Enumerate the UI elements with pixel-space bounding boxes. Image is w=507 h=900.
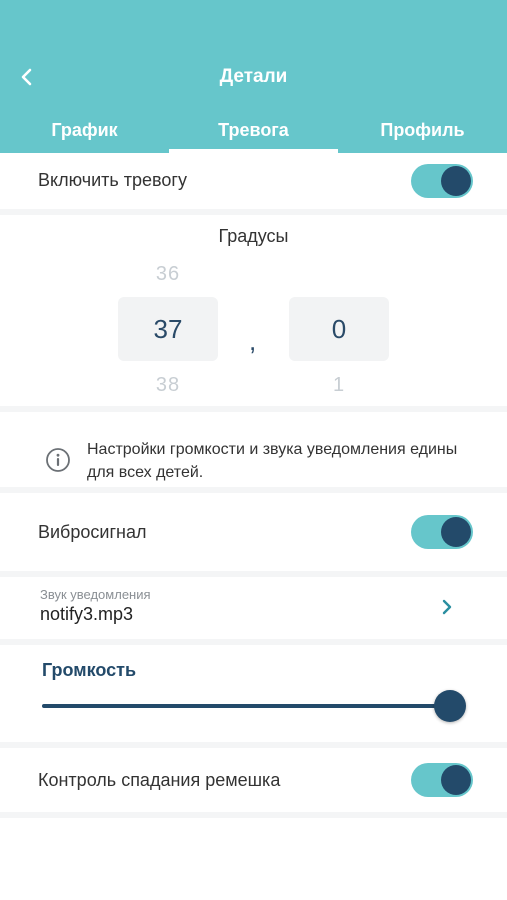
notification-sound-label: Звук уведомления — [40, 587, 151, 602]
decimal-picker[interactable]: 0 — [289, 297, 389, 361]
integer-picker[interactable]: 37 — [118, 297, 218, 361]
strap-control-toggle[interactable] — [411, 763, 473, 797]
toggle-knob — [441, 765, 471, 795]
enable-alarm-label: Включить тревогу — [38, 170, 187, 190]
enable-alarm-row: Включить тревогу — [0, 153, 507, 209]
notification-sound-value: notify3.mp3 — [40, 604, 134, 624]
enable-alarm-toggle[interactable] — [411, 164, 473, 198]
vibration-toggle[interactable] — [411, 515, 473, 549]
info-icon — [46, 448, 70, 472]
vibration-row: Вибросигнал — [0, 493, 507, 571]
chevron-right-icon[interactable] — [440, 598, 454, 616]
toggle-knob — [441, 166, 471, 196]
strap-control-row: Контроль спадания ремешка — [0, 748, 507, 812]
strap-control-label: Контроль спадания ремешка — [38, 770, 281, 790]
divider — [0, 639, 507, 645]
volume-slider-track[interactable] — [42, 704, 450, 708]
volume-label: Громкость — [42, 660, 137, 680]
tab-schedule[interactable]: График — [0, 110, 169, 153]
divider — [0, 812, 507, 818]
info-text: Настройки громкости и звука уведомления … — [87, 441, 458, 481]
app-header: Детали График Тревога Профиль — [0, 0, 507, 153]
volume-slider-thumb[interactable] — [434, 690, 466, 722]
tab-bar: График Тревога Профиль — [0, 110, 507, 153]
tab-profile[interactable]: Профиль — [338, 110, 507, 153]
decimal-next-value[interactable]: 1 — [289, 374, 389, 397]
integer-next-value[interactable]: 38 — [118, 374, 218, 397]
tab-alarm[interactable]: Тревога — [169, 110, 338, 153]
degrees-title: Градусы — [218, 226, 289, 246]
decimal-separator: , — [249, 326, 257, 356]
divider — [0, 406, 507, 412]
integer-prev-value[interactable]: 36 — [118, 263, 218, 286]
toggle-knob — [441, 517, 471, 547]
vibration-label: Вибросигнал — [38, 522, 147, 542]
divider — [0, 209, 507, 215]
page-title: Детали — [219, 66, 288, 87]
